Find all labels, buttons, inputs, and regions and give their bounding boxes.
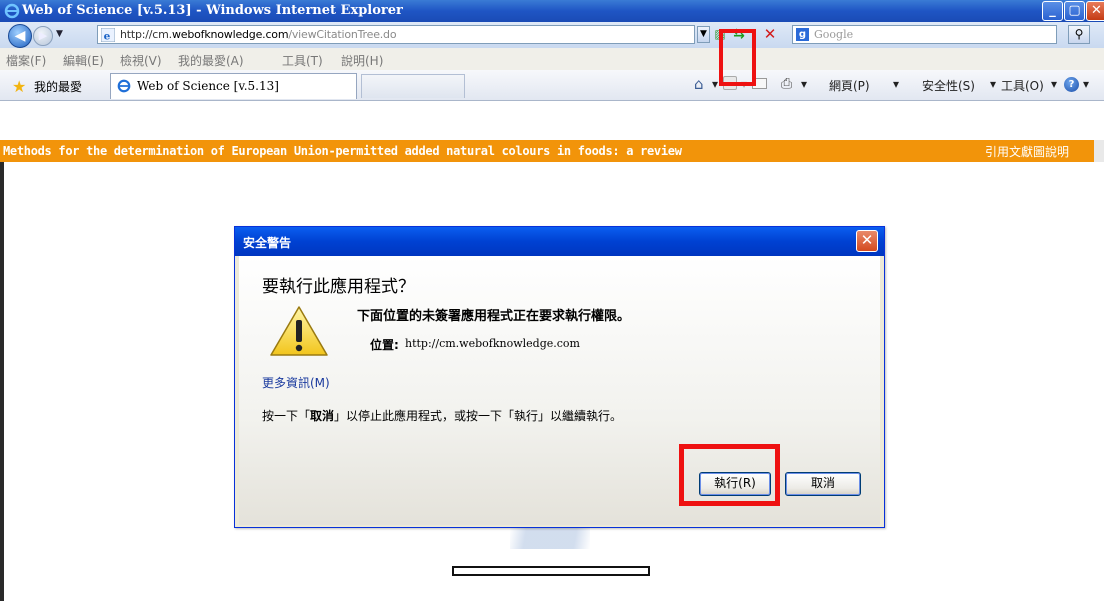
dialog-body: 要執行此應用程式？ 下面位置的未簽署應用程式正在要求執行權限。 位置: http… bbox=[239, 256, 880, 525]
menu-edit[interactable]: 編輯(E) bbox=[63, 52, 104, 69]
home-icon[interactable]: ⌂ bbox=[694, 75, 704, 93]
help-icon[interactable]: ? bbox=[1064, 77, 1079, 92]
window-titlebar: Web of Science [v.5.13] - Windows Intern… bbox=[0, 0, 1104, 22]
more-info-link[interactable]: 更多資訊(M) bbox=[262, 374, 330, 391]
address-dropdown-button[interactable]: ▼ bbox=[697, 26, 710, 43]
menu-help[interactable]: 說明(H) bbox=[341, 52, 383, 69]
search-button[interactable]: ⚲ bbox=[1068, 25, 1090, 44]
dialog-title: 安全警告 bbox=[243, 236, 292, 250]
menu-bar: 檔案(F) 編輯(E) 檢視(V) 我的最愛(A) 工具(T) 說明(H) bbox=[0, 48, 1104, 71]
help-menu-arrow[interactable]: ▾ bbox=[1083, 77, 1089, 91]
forward-button[interactable]: ▶ bbox=[33, 26, 53, 46]
search-input[interactable]: g Google bbox=[792, 25, 1057, 44]
home-dropdown[interactable]: ▾ bbox=[712, 77, 718, 91]
back-icon: ◀ bbox=[14, 28, 26, 44]
dialog-hint: 按一下「取消」以停止此應用程式，或按一下「執行」以繼續執行。 bbox=[262, 409, 623, 423]
applet-left-border bbox=[0, 162, 4, 601]
google-icon: g bbox=[796, 28, 809, 41]
favorites-label[interactable]: 我的最愛 bbox=[34, 78, 82, 95]
print-dropdown[interactable]: ▾ bbox=[801, 77, 807, 91]
stop-button[interactable]: ✕ bbox=[762, 26, 778, 43]
tools-menu-arrow[interactable]: ▾ bbox=[1051, 77, 1057, 91]
forward-icon: ▶ bbox=[38, 29, 48, 42]
print-icon[interactable]: ⎙ bbox=[781, 76, 792, 92]
star-icon[interactable]: ★ bbox=[12, 77, 26, 96]
dialog-message: 下面位置的未簽署應用程式正在要求執行權限。 bbox=[357, 309, 631, 324]
menu-view[interactable]: 檢視(V) bbox=[120, 52, 162, 69]
cancel-button[interactable]: 取消 bbox=[785, 472, 861, 496]
back-button[interactable]: ◀ bbox=[8, 24, 32, 48]
page-ie-icon: e bbox=[101, 28, 115, 42]
tools-menu[interactable]: 工具(O) bbox=[1001, 77, 1044, 94]
safety-menu-arrow[interactable]: ▾ bbox=[990, 77, 996, 91]
menu-file[interactable]: 檔案(F) bbox=[6, 52, 46, 69]
menu-favorites[interactable]: 我的最愛(A) bbox=[178, 52, 244, 69]
window-close-button[interactable]: ✕ bbox=[1086, 1, 1104, 21]
page-header: Methods for the determination of Europea… bbox=[0, 140, 1104, 162]
warning-icon bbox=[270, 306, 328, 356]
page-menu[interactable]: 網頁(P) bbox=[829, 77, 870, 94]
run-highlight-box bbox=[679, 444, 780, 506]
citation-map-help-link[interactable]: 引用文獻圖說明 bbox=[985, 143, 1069, 160]
location-label: 位置: bbox=[370, 338, 399, 352]
background-logo bbox=[510, 527, 590, 549]
window-title: Web of Science [v.5.13] - Windows Intern… bbox=[22, 3, 403, 18]
tab-title: Web of Science [v.5.13] bbox=[137, 79, 279, 93]
security-warning-dialog: 安全警告 ✕ 要執行此應用程式？ 下面位置的未簽署應用程式正在要求執行權限。 位… bbox=[234, 226, 885, 528]
close-icon: ✕ bbox=[860, 231, 874, 249]
refresh-highlight-box bbox=[719, 29, 756, 86]
address-toolbar: ◀ ▶ ▼ e http://cm.webofknowledge.com/vie… bbox=[0, 22, 1104, 49]
menu-tools[interactable]: 工具(T) bbox=[282, 52, 323, 69]
new-tab-button[interactable] bbox=[361, 74, 465, 98]
address-input[interactable]: e http://cm.webofknowledge.com/viewCitat… bbox=[97, 25, 695, 44]
scrollbar-corner[interactable] bbox=[1094, 140, 1104, 162]
article-title: Methods for the determination of Europea… bbox=[3, 144, 682, 158]
stop-icon: ✕ bbox=[763, 25, 777, 43]
search-placeholder: Google bbox=[814, 28, 854, 41]
ie-icon bbox=[4, 3, 20, 19]
location-value: http://cm.webofknowledge.com bbox=[405, 337, 580, 350]
tab-ie-icon bbox=[117, 79, 131, 93]
dialog-close-button[interactable]: ✕ bbox=[856, 230, 878, 252]
maximize-button[interactable]: ▢ bbox=[1064, 1, 1085, 21]
history-dropdown[interactable]: ▼ bbox=[56, 29, 63, 39]
dialog-titlebar: 安全警告 ✕ bbox=[235, 227, 884, 256]
dialog-heading: 要執行此應用程式？ bbox=[262, 277, 415, 297]
favorites-bar: ★ 我的最愛 Web of Science [v.5.13] ⌂ ▾ ▾ ⎙ ▾… bbox=[0, 70, 1104, 101]
tab-web-of-science[interactable]: Web of Science [v.5.13] bbox=[110, 73, 357, 99]
address-url: http://cm.webofknowledge.com/viewCitatio… bbox=[120, 28, 397, 41]
safety-menu[interactable]: 安全性(S) bbox=[922, 77, 975, 94]
search-icon: ⚲ bbox=[1074, 27, 1084, 41]
minimize-button[interactable]: _ bbox=[1042, 1, 1063, 21]
page-menu-arrow[interactable]: ▾ bbox=[893, 77, 899, 91]
loading-progress-bar bbox=[452, 566, 650, 576]
svg-text:e: e bbox=[104, 30, 111, 42]
